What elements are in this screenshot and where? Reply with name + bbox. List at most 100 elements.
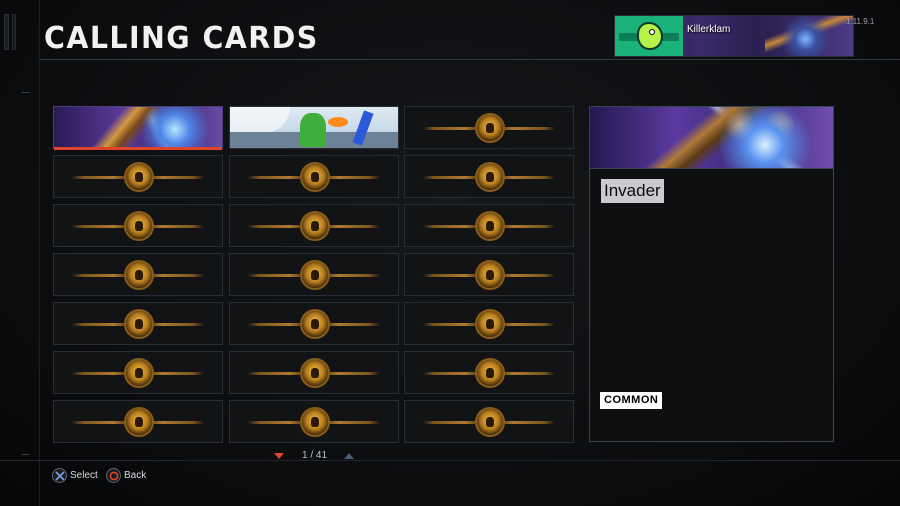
locked-medal-icon: [475, 162, 505, 192]
version-label: 1.11.9.1: [846, 17, 875, 26]
medal-bar: [328, 225, 380, 228]
medal-bar: [503, 176, 555, 179]
medal-bar: [503, 421, 555, 424]
medal-bar: [328, 421, 380, 424]
locked-medal-icon: [300, 407, 330, 437]
card-name: Invader: [601, 179, 664, 203]
medal-bar: [503, 127, 555, 130]
locked-medal-icon: [300, 260, 330, 290]
card-detail-panel: Invader COMMON: [589, 106, 834, 442]
medal-bar: [248, 274, 300, 277]
medal-bar: [248, 176, 300, 179]
medal-bar: [72, 372, 124, 375]
arrow-down-icon[interactable]: [274, 453, 284, 459]
locked-medal-icon: [124, 309, 154, 339]
medal-bar: [72, 274, 124, 277]
locked-medal-icon: [124, 260, 154, 290]
locked-calling-card[interactable]: [404, 400, 574, 443]
locked-medal-icon: [300, 309, 330, 339]
locked-medal-icon: [475, 407, 505, 437]
locked-calling-card[interactable]: [229, 253, 399, 296]
locked-calling-card[interactable]: [53, 253, 223, 296]
medal-bar: [248, 421, 300, 424]
medal-bar: [423, 127, 475, 130]
medal-bar: [152, 274, 204, 277]
locked-calling-card[interactable]: [229, 400, 399, 443]
calling-card-invader[interactable]: [53, 106, 223, 150]
medal-bar: [328, 274, 380, 277]
locked-calling-card[interactable]: [53, 351, 223, 394]
locked-calling-card[interactable]: [229, 351, 399, 394]
edge-tick: [22, 454, 30, 455]
medal-bar: [503, 323, 555, 326]
invader-card-art: [54, 107, 222, 148]
medal-bar: [152, 176, 204, 179]
edge-bar: [4, 14, 9, 50]
locked-medal-icon: [475, 358, 505, 388]
medal-bar: [503, 372, 555, 375]
locked-calling-card[interactable]: [229, 302, 399, 345]
player-name: Killerklam: [687, 24, 731, 35]
medal-bar: [423, 323, 475, 326]
medal-bar: [248, 372, 300, 375]
locked-calling-card[interactable]: [229, 155, 399, 198]
left-edge-decoration: [0, 0, 40, 506]
locked-calling-card[interactable]: [404, 253, 574, 296]
locked-calling-card[interactable]: [53, 155, 223, 198]
locked-medal-icon: [124, 407, 154, 437]
locked-medal-icon: [124, 211, 154, 241]
locked-calling-card[interactable]: [53, 204, 223, 247]
medal-bar: [152, 323, 204, 326]
medal-bar: [423, 274, 475, 277]
medal-bar: [152, 421, 204, 424]
player-calling-card: Killerklam: [614, 15, 854, 57]
player-card-art: [765, 16, 853, 56]
locked-medal-icon: [475, 309, 505, 339]
medal-bar: [72, 225, 124, 228]
locked-calling-card[interactable]: [53, 400, 223, 443]
medal-bar: [152, 225, 204, 228]
locked-calling-card[interactable]: [404, 204, 574, 247]
player-emblem-icon: [615, 16, 683, 56]
medal-bar: [423, 176, 475, 179]
select-label: Select: [70, 470, 98, 481]
locked-calling-card[interactable]: [53, 302, 223, 345]
medal-bar: [423, 372, 475, 375]
locked-calling-card[interactable]: [229, 204, 399, 247]
medal-bar: [328, 323, 380, 326]
calling-card-monster[interactable]: [229, 106, 399, 149]
medal-bar: [328, 176, 380, 179]
monster-card-art: [230, 107, 398, 148]
edge-tick: [22, 92, 30, 93]
locked-medal-icon: [300, 162, 330, 192]
header-divider: [40, 59, 900, 60]
medal-bar: [423, 225, 475, 228]
locked-calling-card[interactable]: [404, 302, 574, 345]
locked-calling-card[interactable]: [404, 155, 574, 198]
locked-medal-icon: [300, 358, 330, 388]
footer-divider: [0, 460, 900, 461]
medal-bar: [72, 421, 124, 424]
page-title: CALLING CARDS: [44, 21, 319, 56]
circle-button-icon: [106, 468, 121, 483]
locked-medal-icon: [475, 113, 505, 143]
rarity-badge: COMMON: [600, 392, 663, 409]
medal-bar: [503, 274, 555, 277]
cross-button-icon: [52, 468, 67, 483]
medal-bar: [423, 421, 475, 424]
locked-calling-card[interactable]: [404, 351, 574, 394]
locked-medal-icon: [300, 211, 330, 241]
card-preview-image: [590, 107, 833, 169]
locked-calling-card[interactable]: [404, 106, 574, 149]
locked-medal-icon: [124, 162, 154, 192]
medal-bar: [248, 323, 300, 326]
medal-bar: [72, 176, 124, 179]
locked-medal-icon: [475, 211, 505, 241]
medal-bar: [248, 225, 300, 228]
locked-medal-icon: [475, 260, 505, 290]
medal-bar: [503, 225, 555, 228]
medal-bar: [328, 372, 380, 375]
arrow-up-icon[interactable]: [344, 453, 354, 459]
edge-bar: [12, 14, 16, 50]
locked-medal-icon: [124, 358, 154, 388]
